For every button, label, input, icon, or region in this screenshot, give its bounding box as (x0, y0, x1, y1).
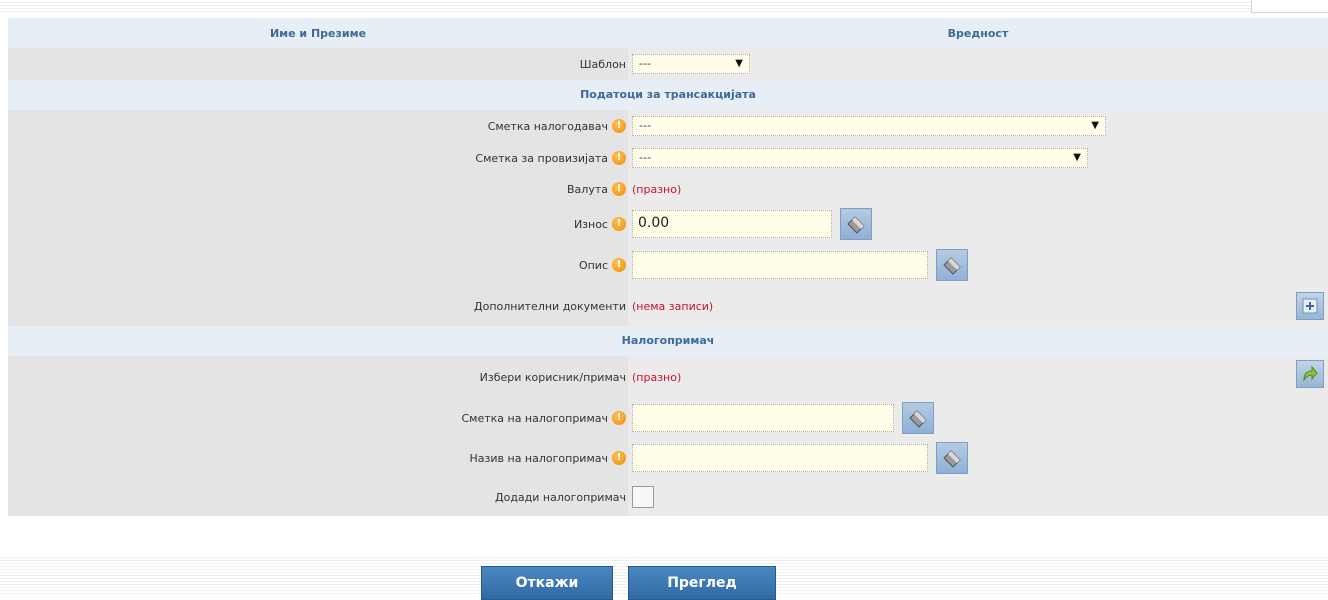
fee-account-value-cell: --- ▼ (628, 142, 1328, 174)
recipient-name-label-cell: Назив на налогопримач ! (8, 438, 628, 478)
info-exclamation-icon: ! (612, 258, 626, 272)
eraser-icon (909, 410, 927, 428)
add-recipient-row: Додади налогопримач (8, 478, 1328, 516)
currency-label-cell: Валута ! (8, 174, 628, 204)
fee-account-select-value: --- (639, 151, 651, 164)
amount-row: Износ ! 0.00 (8, 204, 1328, 244)
chevron-down-icon: ▼ (735, 58, 743, 69)
debit-account-row: Сметка налогодавач ! --- ▼ (8, 110, 1328, 142)
description-input[interactable] (632, 251, 928, 279)
fee-account-select[interactable]: --- ▼ (632, 148, 1088, 168)
choose-recipient-label: Избери корисник/примач (8, 356, 628, 398)
info-exclamation-icon: ! (612, 411, 626, 425)
add-recipient-value-cell (628, 478, 1328, 516)
additional-docs-empty-note: (нема записи) (632, 299, 714, 313)
additional-docs-label: Дополнителни документи (8, 286, 628, 326)
fee-account-row: Сметка за провизијата ! --- ▼ (8, 142, 1328, 174)
recipient-name-value-cell (628, 438, 1328, 478)
value-column-header: Вредност (947, 27, 1009, 40)
choose-recipient-empty-note: (празно) (632, 370, 682, 384)
recipient-account-clear-button[interactable] (902, 402, 934, 434)
recipient-name-row: Назив на налогопримач ! (8, 438, 1328, 478)
info-exclamation-icon: ! (612, 451, 626, 465)
description-label: Опис (578, 258, 608, 272)
recipient-name-label: Назив на налогопримач (469, 451, 608, 465)
choose-recipient-value-cell: (празно) (628, 356, 1328, 398)
description-row: Опис ! (8, 244, 1328, 286)
recipient-account-input[interactable] (632, 404, 894, 432)
chevron-down-icon: ▼ (1073, 152, 1081, 163)
debit-account-label: Сметка налогодавач (487, 119, 608, 133)
fee-account-label: Сметка за провизијата (475, 151, 608, 165)
template-select[interactable]: --- ▼ (632, 54, 750, 74)
description-clear-button[interactable] (936, 249, 968, 281)
debit-account-value-cell: --- ▼ (628, 110, 1328, 142)
recipient-account-row: Сметка на налогопримач ! (8, 398, 1328, 438)
arrow-forward-icon (1303, 365, 1318, 382)
template-value-cell: --- ▼ (628, 48, 1328, 80)
amount-value-cell: 0.00 (628, 204, 1328, 244)
currency-row: Валута ! (празно) (8, 174, 1328, 204)
select-recipient-button[interactable] (1296, 360, 1324, 388)
currency-value-cell: (празно) (628, 174, 1328, 204)
column-header: Име и Презиме Вредност (8, 18, 1328, 48)
info-exclamation-icon: ! (612, 182, 626, 196)
name-column-header: Име и Презиме (269, 27, 367, 40)
amount-clear-button[interactable] (840, 208, 872, 240)
choose-recipient-row: Избери корисник/примач (празно) (8, 356, 1328, 398)
debit-account-select-value: --- (639, 119, 651, 132)
amount-input[interactable]: 0.00 (632, 210, 832, 238)
debit-account-label-cell: Сметка налогодавач ! (8, 110, 628, 142)
section-recipient-heading: Налогопримач (8, 326, 1328, 356)
additional-docs-row: Дополнителни документи (нема записи) (8, 286, 1328, 326)
info-exclamation-icon: ! (612, 119, 626, 133)
amount-label-cell: Износ ! (8, 204, 628, 244)
currency-empty-note: (празно) (632, 182, 682, 196)
recipient-account-value-cell (628, 398, 1328, 438)
top-corner-box (1251, 0, 1328, 13)
fee-account-label-cell: Сметка за провизијата ! (8, 142, 628, 174)
template-select-value: --- (639, 57, 651, 70)
transaction-form: Име и Презиме Вредност Шаблон --- ▼ Пода… (8, 18, 1328, 516)
add-recipient-label: Додади налогопримач (8, 478, 628, 516)
recipient-account-label-cell: Сметка на налогопримач ! (8, 398, 628, 438)
chevron-down-icon: ▼ (1091, 120, 1099, 131)
template-label: Шаблон (8, 48, 628, 80)
section-transaction-heading: Податоци за трансакцијата (8, 80, 1328, 110)
recipient-name-input[interactable] (632, 444, 928, 472)
description-value-cell (628, 244, 1328, 286)
additional-docs-value-cell: (нема записи) (628, 286, 1328, 326)
description-label-cell: Опис ! (8, 244, 628, 286)
top-band (0, 0, 1328, 14)
debit-account-select[interactable]: --- ▼ (632, 116, 1106, 136)
add-recipient-checkbox[interactable] (632, 486, 654, 508)
info-exclamation-icon: ! (612, 151, 626, 165)
plus-icon (1302, 298, 1318, 314)
recipient-name-clear-button[interactable] (936, 442, 968, 474)
add-document-button[interactable] (1296, 292, 1324, 320)
recipient-account-label: Сметка на налогопримач (461, 411, 608, 425)
template-row: Шаблон --- ▼ (8, 48, 1328, 80)
eraser-icon (847, 216, 865, 234)
info-exclamation-icon: ! (612, 217, 626, 231)
eraser-icon (943, 450, 961, 468)
eraser-icon (943, 257, 961, 275)
currency-label: Валута (567, 182, 608, 196)
amount-label: Износ (573, 217, 608, 231)
